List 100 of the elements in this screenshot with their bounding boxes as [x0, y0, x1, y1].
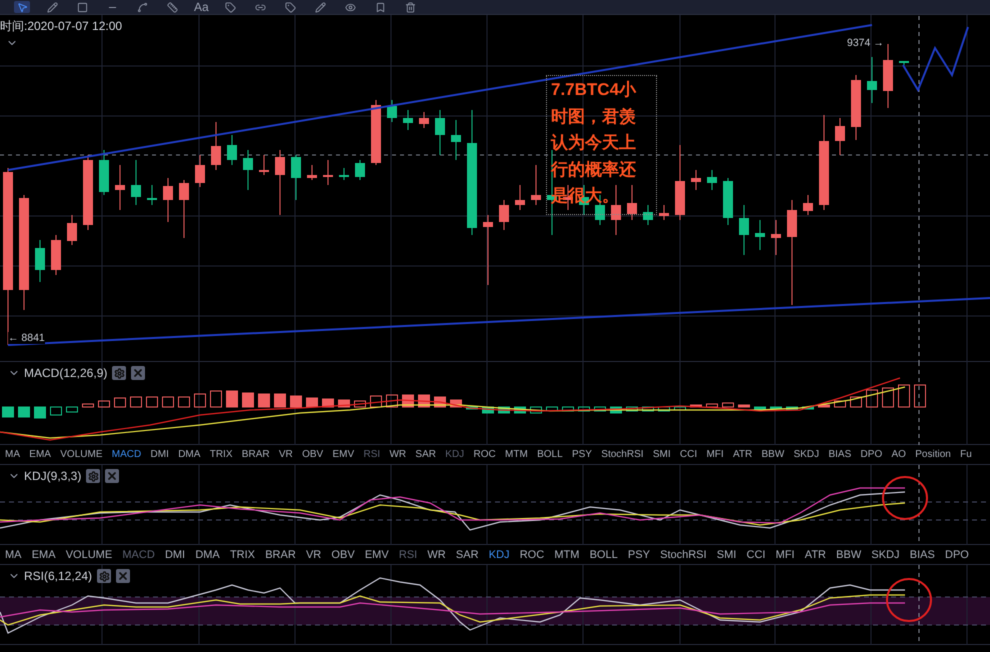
candle [419, 112, 429, 128]
settings-button[interactable] [112, 366, 126, 380]
indicator-tab[interactable]: AO [892, 449, 906, 460]
highlight-circle [882, 476, 928, 520]
indicator-tab[interactable]: StochRSI [601, 449, 644, 460]
candle [371, 100, 381, 166]
indicator-tab[interactable]: MFI [706, 449, 724, 460]
tool-icon[interactable] [14, 1, 30, 13]
indicator-tab[interactable]: MTM [505, 449, 528, 460]
indicator-tab[interactable]: CCI [680, 449, 698, 460]
indicator-tab[interactable]: VOLUME [66, 548, 112, 560]
indicator-tab[interactable]: MACD [112, 449, 142, 460]
candle [659, 204, 669, 220]
indicator-tab[interactable]: SAR [415, 449, 436, 460]
indicator-tab[interactable]: SMI [716, 548, 736, 560]
indicator-tab[interactable]: OBV [302, 449, 324, 460]
indicator-tab[interactable]: VR [306, 548, 322, 560]
settings-button[interactable] [97, 569, 112, 583]
indicator-tab[interactable]: SKDJ [794, 449, 820, 460]
indicator-tab[interactable]: MA [5, 548, 22, 560]
indicator-tab[interactable]: ATR [732, 449, 752, 460]
histogram-bar [146, 396, 158, 408]
histogram-bar [178, 396, 190, 408]
candle [211, 122, 221, 170]
indicator-tab[interactable]: SAR [456, 548, 479, 560]
histogram-bar [66, 406, 78, 412]
indicator-tab[interactable]: WR [427, 548, 446, 560]
indicator-tab[interactable]: SMI [652, 449, 671, 460]
indicator-tab[interactable]: BBW [762, 449, 784, 460]
indicator-tab[interactable]: CCI [746, 548, 766, 560]
histogram-bar [98, 400, 110, 408]
indicator-tab[interactable]: Position [915, 449, 951, 460]
indicator-tab[interactable]: BRAR [242, 449, 270, 460]
candle [691, 170, 701, 190]
indicator-tab[interactable]: SKDJ [871, 548, 900, 560]
histogram-bar [82, 404, 94, 408]
candle [515, 184, 525, 210]
indicator-tab[interactable]: DMA [195, 548, 220, 560]
histogram-bar [242, 392, 254, 408]
close-icon [132, 367, 144, 379]
indicator-tab[interactable]: DPO [860, 449, 882, 460]
candle [499, 200, 509, 230]
indicator-tab[interactable]: MFI [776, 548, 795, 560]
indicator-tab[interactable]: DMI [150, 449, 169, 460]
indicator-tab[interactable]: BBW [836, 548, 862, 560]
histogram-bar [114, 398, 126, 408]
indicator-tab[interactable]: PSY [572, 449, 592, 460]
candle [67, 214, 77, 246]
indicator-tab[interactable]: ROC [520, 548, 544, 560]
histogram-bar [210, 390, 222, 408]
histogram-bar [882, 388, 894, 408]
histogram-bar [354, 400, 366, 408]
candle [627, 184, 637, 220]
indicator-tab[interactable]: EMV [332, 449, 354, 460]
indicator-tab[interactable]: WR [389, 449, 406, 460]
indicator-tab[interactable]: OBV [331, 548, 355, 560]
histogram-bar [658, 406, 670, 412]
indicator-tab[interactable]: DPO [945, 548, 969, 560]
indicator-tab[interactable]: TRIX [230, 548, 256, 560]
histogram-bar [130, 396, 142, 408]
close-button[interactable] [131, 366, 146, 380]
close-icon [117, 570, 130, 582]
indicator-tab[interactable]: EMV [364, 548, 389, 560]
indicator-tab[interactable]: Fu [960, 449, 972, 460]
indicator-tab[interactable]: ATR [804, 548, 826, 560]
candle [707, 170, 717, 190]
indicator-tab[interactable]: EMA [29, 449, 51, 460]
indicator-tab[interactable]: DMI [164, 548, 186, 560]
candle [611, 184, 621, 236]
indicator-title: MACD(12,26,9) [24, 366, 108, 380]
candle [867, 56, 877, 104]
indicator-tab[interactable]: ROC [473, 449, 496, 460]
indicator-tab[interactable]: KDJ [488, 548, 510, 560]
histogram-bar [274, 394, 286, 408]
indicator-tab[interactable]: BRAR [265, 548, 296, 560]
candle [451, 120, 461, 160]
projection-line [902, 26, 969, 92]
candle [243, 150, 253, 190]
indicator-tab[interactable]: VR [278, 449, 293, 460]
indicator-tab[interactable]: MTM [554, 548, 580, 560]
indicator-tab[interactable]: PSY [628, 548, 650, 560]
settings-button[interactable] [86, 469, 100, 483]
indicator-tab[interactable]: EMA [32, 548, 56, 560]
indicator-tab[interactable]: VOLUME [60, 449, 102, 460]
histogram-bar [738, 404, 750, 408]
indicator-tab[interactable]: MA [5, 449, 20, 460]
indicator-tab[interactable]: TRIX [210, 449, 232, 460]
candle [387, 100, 397, 122]
indicator-tab[interactable]: StochRSI [660, 548, 707, 560]
indicator-tab[interactable]: BOLL [590, 548, 618, 560]
indicator-tab[interactable]: DMA [178, 449, 200, 460]
text-tool[interactable]: Aa [194, 1, 209, 13]
candle [403, 110, 413, 130]
indicator-tab[interactable]: BIAS [910, 548, 935, 560]
candle [195, 154, 205, 188]
indicator-tab[interactable]: BOLL [537, 449, 563, 460]
candle [51, 234, 61, 276]
indicator-tab[interactable]: BIAS [828, 449, 852, 460]
close-button[interactable] [105, 469, 120, 483]
close-button[interactable] [116, 569, 130, 583]
